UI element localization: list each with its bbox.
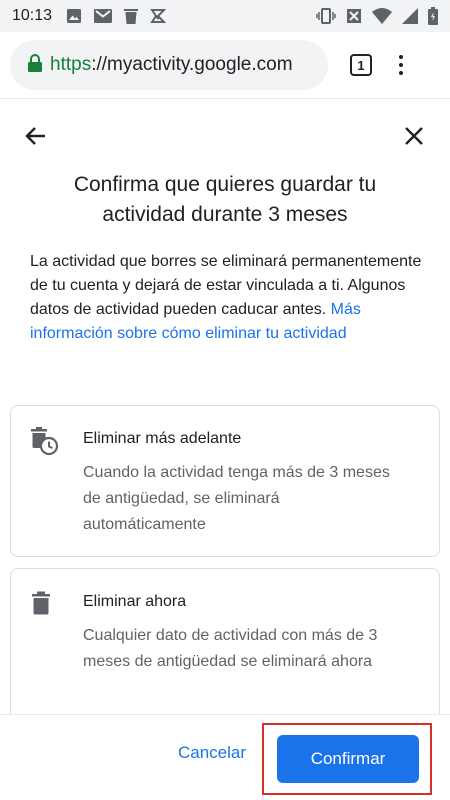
gmail-icon	[94, 9, 113, 23]
option-delete-later[interactable]: Eliminar más adelante Cuando la activida…	[10, 405, 440, 557]
close-icon	[405, 127, 423, 145]
vibrate-icon	[316, 8, 336, 24]
dialog-footer: Cancelar Confirmar	[0, 714, 450, 800]
image-icon	[66, 8, 82, 24]
divider	[0, 98, 450, 99]
option-description: Cualquier dato de actividad con más de 3…	[83, 627, 378, 670]
close-button[interactable]	[400, 122, 428, 150]
url-bar[interactable]: https://myactivity.google.com	[10, 40, 328, 90]
trash-icon	[124, 8, 139, 24]
arrow-back-icon	[25, 127, 45, 145]
url-text: https://myactivity.google.com	[50, 54, 293, 76]
status-bar: 10:13	[0, 0, 450, 32]
delete-icon	[30, 591, 52, 620]
delete-clock-icon	[30, 426, 60, 461]
option-title: Eliminar ahora	[83, 593, 187, 610]
menu-dot	[399, 55, 403, 59]
system-icons	[316, 7, 438, 25]
dialog-title: Confirma que quieres guardar tu activida…	[73, 173, 377, 226]
menu-dot	[399, 63, 403, 67]
no-signal-icon	[346, 8, 362, 24]
dialog-description: La actividad que borres se eliminará per…	[30, 250, 425, 346]
confirm-button[interactable]: Confirmar	[277, 735, 419, 783]
battery-icon	[428, 7, 438, 25]
back-button[interactable]	[22, 122, 50, 150]
option-delete-now[interactable]: Eliminar ahora Cualquier dato de activid…	[10, 568, 440, 728]
notification-icons	[66, 8, 167, 24]
menu-dot	[399, 71, 403, 75]
option-title: Eliminar más adelante	[83, 430, 242, 447]
lock-icon	[28, 53, 42, 77]
cancel-button[interactable]: Cancelar	[178, 743, 246, 763]
wifi-icon	[372, 8, 392, 24]
url-host: ://myactivity.google.com	[91, 54, 293, 75]
signal-icon	[402, 8, 418, 24]
tab-switcher-button[interactable]: 1	[350, 54, 372, 76]
status-time: 10:13	[12, 7, 53, 24]
option-description: Cuando la actividad tenga más de 3 meses…	[83, 464, 390, 533]
browser-menu-button[interactable]	[399, 55, 403, 75]
url-scheme: https	[50, 54, 92, 75]
description-text: La actividad que borres se eliminará per…	[30, 253, 422, 318]
hub-icon	[150, 8, 167, 24]
browser-toolbar: https://myactivity.google.com 1	[0, 32, 450, 98]
